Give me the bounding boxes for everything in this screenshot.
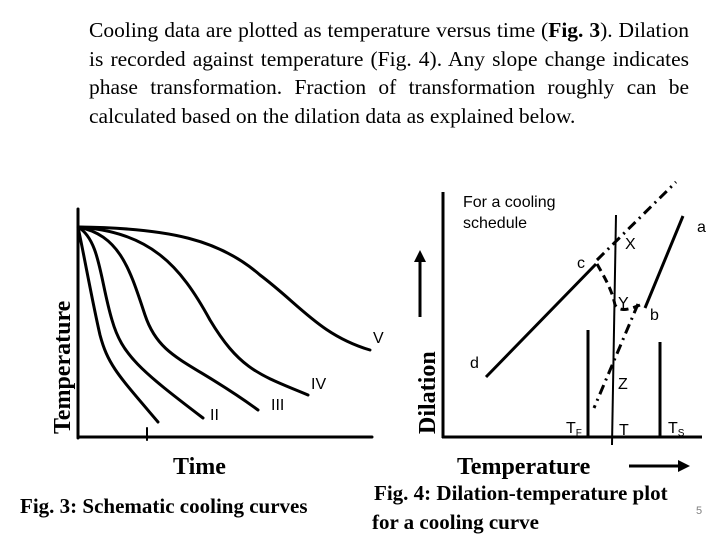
fig4-caption-line2: for a cooling curve: [372, 510, 539, 534]
temp-label-TF: TF: [566, 420, 582, 439]
temperature-line-T: [611, 214, 617, 446]
fig4-dilation-plot: [414, 180, 702, 472]
fig4-dilation-arrow-head: [414, 250, 426, 262]
cooling-curve-I: [76, 225, 160, 424]
point-label-X: X: [625, 236, 636, 253]
line-a-to-b: [643, 215, 685, 309]
fig3-curve-labels: II III IV V: [210, 330, 384, 424]
fig4-note-line1: For a cooling: [463, 194, 556, 211]
fig4-caption-line1: Fig. 4: Dilation-temperature plot: [374, 481, 668, 505]
temp-label-T: T: [619, 422, 629, 439]
extrapolation-upper: [595, 180, 678, 262]
fig4-temp-arrow-head: [678, 460, 690, 472]
extrapolation-lower: [592, 303, 640, 409]
fig3-y-axis-label: Temperature: [50, 300, 76, 434]
curve-label-IV: IV: [311, 376, 326, 393]
temp-label-TF-main: T: [566, 420, 576, 437]
fig3-cooling-curves: [76, 207, 374, 441]
point-label-a: a: [697, 219, 706, 236]
temp-label-TF-sub: F: [576, 428, 582, 439]
curve-label-III: III: [271, 397, 284, 414]
fig4-x-axis-label: Temperature: [457, 454, 591, 480]
cooling-curve-IV: [76, 225, 310, 397]
cooling-curve-V: [76, 225, 372, 352]
slide-number: 5: [696, 505, 703, 517]
fig4-labels: For a cooling schedule a X c Y b d Z TF …: [463, 194, 706, 439]
fig4-y-axis-label: Dilation: [415, 351, 441, 434]
fig3-x-axis-label: Time: [173, 454, 226, 480]
point-label-Z: Z: [618, 376, 628, 393]
line-d-to-c: [484, 262, 598, 379]
point-label-c: c: [577, 255, 585, 272]
point-label-b: b: [650, 307, 659, 324]
fig3-caption: Fig. 3: Schematic cooling curves: [20, 494, 308, 518]
temp-label-TS: TS: [668, 420, 685, 439]
curve-label-II: II: [210, 407, 219, 424]
point-label-d: d: [470, 355, 479, 372]
temp-label-TS-main: T: [668, 420, 678, 437]
fig4-note-line2: schedule: [463, 215, 527, 232]
figures-canvas: II III IV V Temperature Time Fig. 3: Sch…: [20, 180, 706, 534]
temp-label-TS-sub: S: [678, 428, 685, 439]
curve-label-V: V: [373, 330, 384, 347]
point-label-Y: Y: [618, 295, 629, 312]
